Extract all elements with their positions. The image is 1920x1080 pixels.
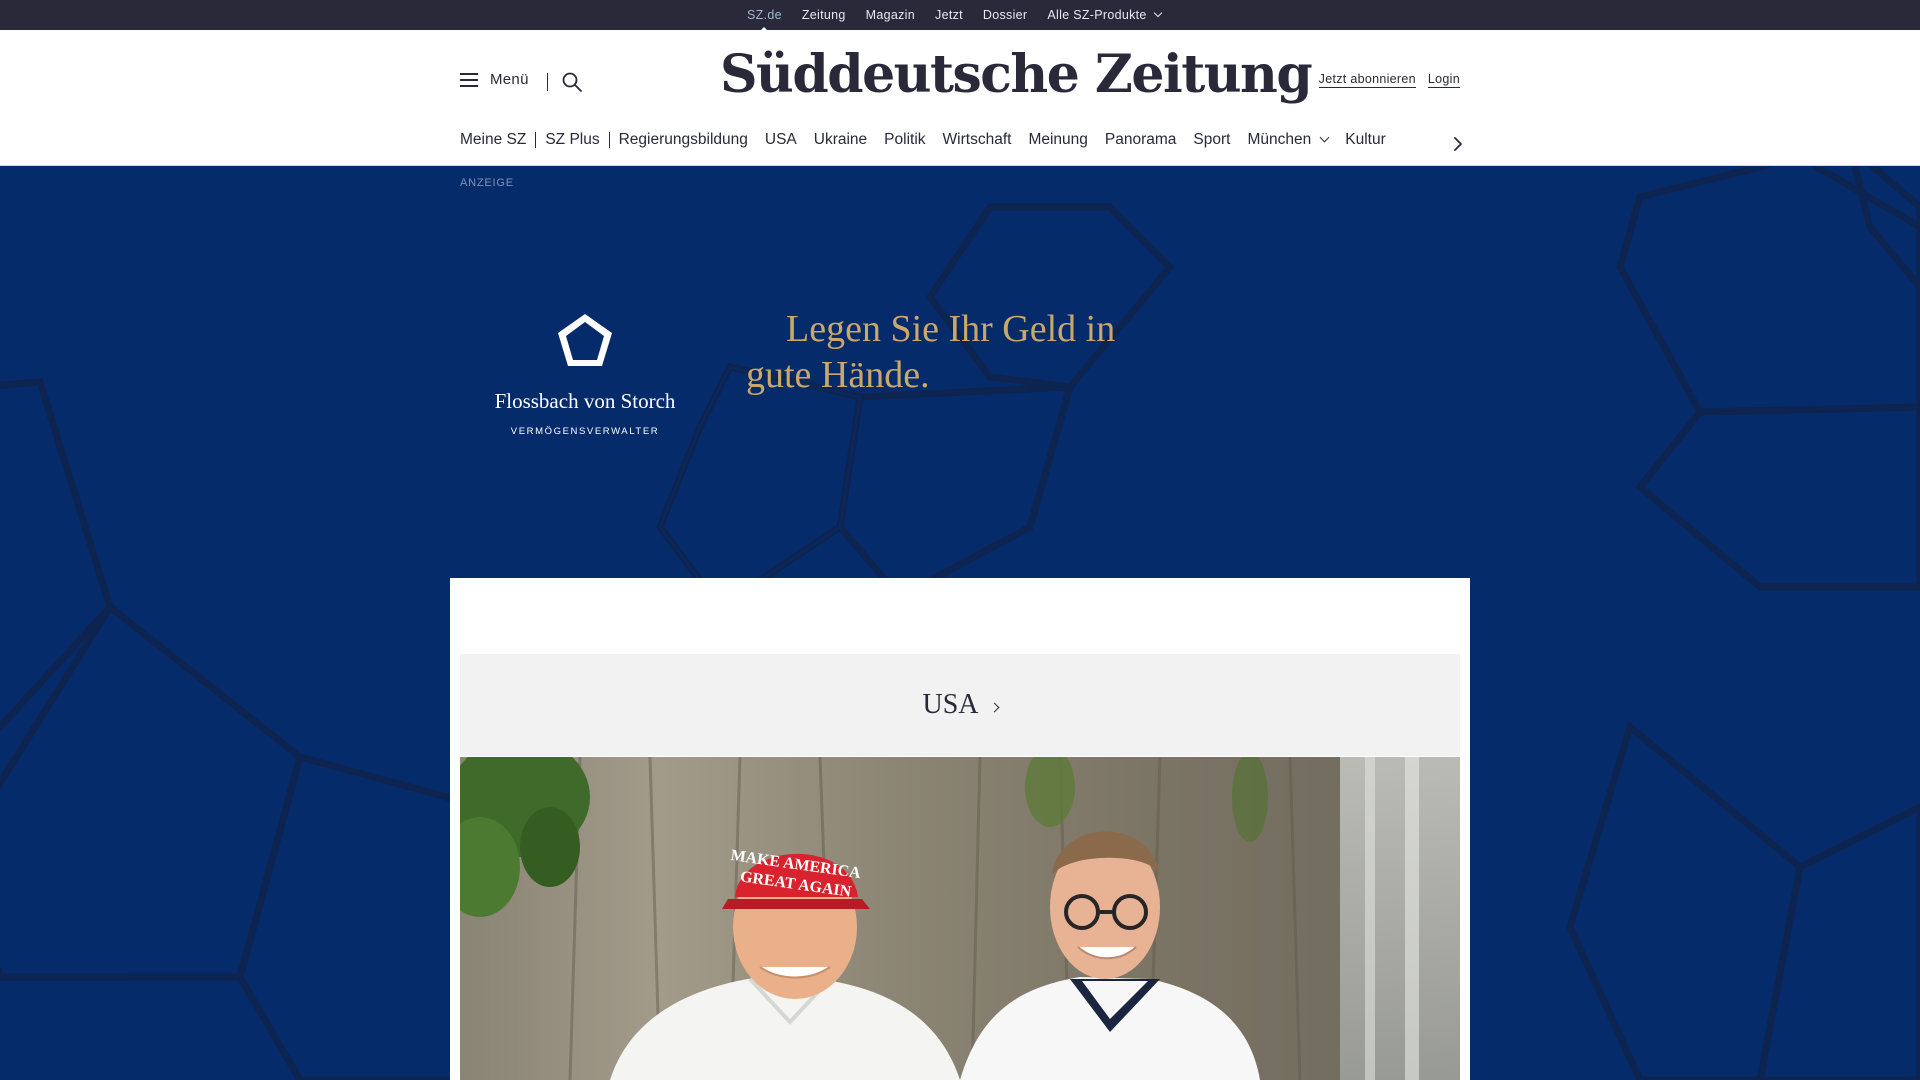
service-link-zeitung[interactable]: Zeitung	[802, 8, 846, 22]
nav-item-usa[interactable]: USA	[765, 131, 797, 149]
nav-item-meine-sz[interactable]: Meine SZ	[460, 131, 526, 149]
nav-item-regierungsbildung[interactable]: Regierungsbildung	[619, 131, 748, 149]
section-nav: Meine SZ SZ Plus Regierungsbildung USA U…	[460, 130, 1403, 150]
nav-item-sport[interactable]: Sport	[1193, 131, 1230, 149]
nav-item-muenchen[interactable]: München	[1247, 131, 1330, 149]
pentagon-logo-icon	[558, 314, 612, 366]
advertiser-name: Flossbach von Storch	[494, 389, 676, 413]
subscribe-link[interactable]: Jetzt abonnieren	[1318, 72, 1416, 88]
nav-item-sz-plus[interactable]: SZ Plus	[545, 131, 599, 149]
nav-item-ukraine[interactable]: Ukraine	[814, 131, 867, 149]
section-title: USA	[922, 689, 979, 720]
service-link-jetzt[interactable]: Jetzt	[935, 8, 963, 22]
login-link[interactable]: Login	[1427, 72, 1460, 88]
advertiser-tagline: VERMÖGENSVERWALTER	[510, 426, 660, 437]
menu-button[interactable]: Menü	[460, 71, 529, 88]
chevron-down-icon	[1153, 8, 1162, 18]
search-icon	[562, 72, 582, 92]
teaser-photo: MAKE AMERICA GREAT AGAIN	[460, 757, 1460, 1080]
advertiser-logo[interactable]: Flossbach von Storch VERMÖGENSVERWALTER	[440, 310, 730, 437]
menu-label: Menü	[490, 71, 529, 88]
nav-item-meinung[interactable]: Meinung	[1028, 131, 1087, 149]
service-link-magazin[interactable]: Magazin	[866, 8, 915, 22]
ad-headline[interactable]: Legen Sie Ihr Geld in gute Hände.	[746, 306, 1166, 398]
nav-scroll-right-button[interactable]	[1448, 134, 1468, 154]
service-link-dossier[interactable]: Dossier	[983, 8, 1027, 22]
header-divider	[547, 73, 548, 91]
header-account-links: Jetzt abonnieren Login	[1307, 72, 1460, 88]
service-bar-nav: SZ.de Zeitung Magazin Jetzt Dossier Alle…	[747, 0, 1181, 33]
site-logo[interactable]: Süddeutsche Zeitung	[720, 44, 1313, 105]
nav-item-panorama[interactable]: Panorama	[1105, 131, 1177, 149]
nav-divider	[608, 132, 610, 148]
service-link-sz-de[interactable]: SZ.de	[747, 8, 782, 33]
nav-item-kultur[interactable]: Kultur	[1345, 131, 1386, 149]
hamburger-icon	[460, 72, 478, 87]
nav-item-muenchen-label: München	[1247, 131, 1312, 148]
ad-label: ANZEIGE	[460, 177, 514, 189]
chevron-down-icon	[1319, 132, 1330, 142]
service-dropdown-products[interactable]: Alle SZ-Produkte	[1047, 8, 1162, 22]
teaser-image[interactable]: MAKE AMERICA GREAT AGAIN	[460, 757, 1460, 1080]
nav-divider	[535, 132, 537, 148]
nav-item-wirtschaft[interactable]: Wirtschaft	[943, 131, 1012, 149]
chevron-right-icon	[989, 702, 999, 712]
nav-item-politik[interactable]: Politik	[884, 131, 925, 149]
service-dropdown-label: Alle SZ-Produkte	[1047, 8, 1147, 22]
service-bar: SZ.de Zeitung Magazin Jetzt Dossier Alle…	[0, 0, 1920, 33]
section-header-usa[interactable]: USA	[460, 654, 1460, 756]
site-header: Menü Süddeutsche Zeitung Jetzt abonniere…	[0, 30, 1920, 166]
chevron-right-icon	[1454, 137, 1462, 151]
search-button[interactable]	[561, 71, 583, 93]
